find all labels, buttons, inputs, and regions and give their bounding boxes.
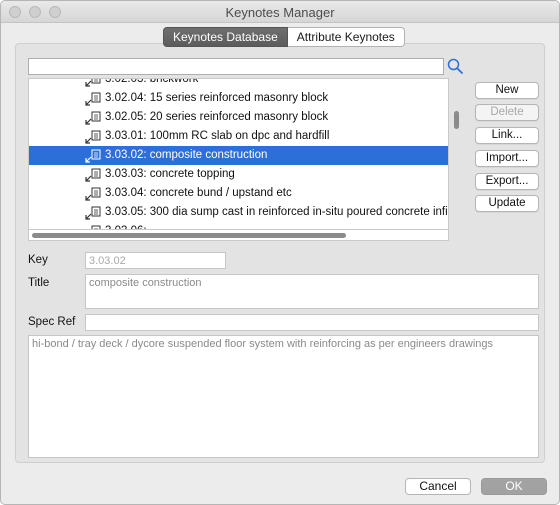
keynote-row[interactable]: 3.03.01: 100mm RC slab on dpc and hardfi… — [29, 127, 448, 146]
spec-ref-label: Spec Ref — [28, 316, 76, 328]
keynote-icon — [85, 92, 101, 106]
keynote-icon — [85, 187, 101, 201]
keynote-row[interactable]: 3.03.05: 300 dia sump cast in reinforced… — [29, 203, 448, 222]
keynote-label: 3.03.03: concrete topping — [105, 168, 235, 180]
keynote-icon — [85, 111, 101, 125]
import-button[interactable]: Import... — [475, 150, 539, 167]
keynotes-list[interactable]: 3.02.03: brickwork 3.02.04: 15 series rei… — [28, 78, 449, 230]
keynote-label: 3.03.06: ... — [105, 222, 159, 229]
horizontal-scroll-thumb[interactable] — [32, 233, 346, 238]
tab-keynotes-database[interactable]: Keynotes Database — [163, 27, 288, 47]
window-title: Keynotes Manager — [225, 5, 335, 20]
title-label: Title — [28, 277, 50, 289]
keynote-label: 3.03.04: concrete bund / upstand etc — [105, 187, 292, 199]
keynote-row[interactable]: 3.03.06: ... — [29, 222, 448, 229]
cancel-button[interactable]: Cancel — [405, 478, 471, 495]
ok-button[interactable]: OK — [481, 478, 547, 495]
new-button[interactable]: New — [475, 82, 539, 99]
keynote-label: 3.03.05: 300 dia sump cast in reinforced… — [105, 206, 449, 218]
key-label: Key — [28, 254, 48, 266]
link-button[interactable]: Link... — [475, 127, 539, 144]
keynote-label: 3.02.05: 20 series reinforced masonry bl… — [105, 111, 329, 123]
keynote-row[interactable]: 3.03.04: concrete bund / upstand etc — [29, 184, 448, 203]
title-field[interactable]: composite construction — [85, 274, 539, 309]
spec-ref-field[interactable] — [85, 314, 539, 331]
keynote-icon — [85, 206, 101, 220]
export-button[interactable]: Export... — [475, 173, 539, 190]
keynote-row[interactable]: 3.03.03: concrete topping — [29, 165, 448, 184]
update-button[interactable]: Update — [475, 195, 539, 212]
keynote-row[interactable]: 3.03.02: composite construction — [29, 146, 448, 165]
vertical-scroll-thumb[interactable] — [454, 111, 459, 129]
horizontal-scrollbar[interactable] — [28, 230, 449, 241]
search-icon[interactable] — [446, 57, 464, 75]
keynote-label: 3.03.02: composite construction — [105, 149, 268, 161]
keynote-row[interactable]: 3.02.03: brickwork — [29, 78, 448, 89]
keynote-icon — [85, 149, 101, 163]
keynote-row[interactable]: 3.02.04: 15 series reinforced masonry bl… — [29, 89, 448, 108]
delete-button[interactable]: Delete — [475, 104, 539, 121]
search-input[interactable] — [28, 58, 444, 75]
title-bar: Keynotes Manager — [1, 1, 559, 23]
description-field[interactable]: hi-bond / tray deck / dycore suspended f… — [28, 335, 539, 458]
keynote-label: 3.03.01: 100mm RC slab on dpc and hardfi… — [105, 130, 330, 142]
keynote-label: 3.02.03: brickwork — [105, 78, 199, 85]
keynote-icon — [85, 168, 101, 182]
keynote-row[interactable]: 3.02.05: 20 series reinforced masonry bl… — [29, 108, 448, 127]
tab-attribute-keynotes[interactable]: Attribute Keynotes — [287, 27, 405, 47]
keynote-icon — [85, 130, 101, 144]
tab-bar: Keynotes Database Attribute Keynotes — [163, 27, 405, 47]
key-field[interactable]: 3.03.02 — [85, 252, 226, 269]
keynote-label: 3.02.04: 15 series reinforced masonry bl… — [105, 92, 329, 104]
keynotes-manager-window: Keynotes Manager Keynotes Database Attri… — [0, 0, 560, 505]
keynote-icon — [85, 79, 101, 87]
